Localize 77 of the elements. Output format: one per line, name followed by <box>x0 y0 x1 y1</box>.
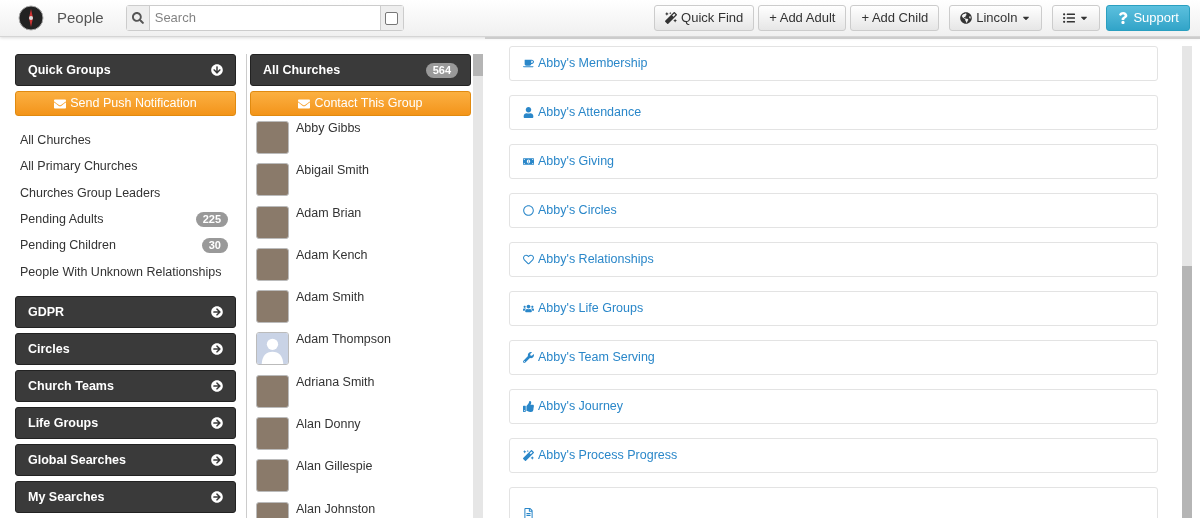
photo-placeholder <box>256 417 289 451</box>
section-header[interactable]: Life Groups <box>15 407 236 440</box>
envelope-icon <box>298 97 311 110</box>
photo-placeholder <box>256 121 289 154</box>
photo-placeholder <box>256 247 289 281</box>
search-icon <box>126 6 150 30</box>
group-link[interactable]: Churches Group Leaders <box>20 183 161 203</box>
section-header[interactable]: GDPR <box>15 296 236 329</box>
person-name[interactable]: Alan Johnston <box>296 501 376 516</box>
arrow-right-icon <box>211 491 223 504</box>
section-link-card[interactable]: Abby's Journey <box>509 389 1158 424</box>
count-badge: 564 <box>425 62 458 78</box>
group-link[interactable]: Pending Adults <box>20 210 104 229</box>
count-badge: 225 <box>195 211 228 227</box>
add-button[interactable]: + Add Child <box>850 5 940 31</box>
coffee-cup-icon <box>523 58 534 69</box>
group-link[interactable]: All Churches <box>20 130 91 150</box>
group-link[interactable]: Pending Children <box>20 236 116 256</box>
photo-placeholder <box>256 163 289 197</box>
group-link[interactable]: All Primary Churches <box>20 157 138 176</box>
person-name[interactable]: Abby Gibbs <box>296 121 361 135</box>
section-link-card[interactable]: Abby's Team Serving <box>509 340 1158 375</box>
search-checkbox[interactable] <box>385 11 399 25</box>
section-link-card[interactable]: Abby's Process Progress <box>509 438 1158 473</box>
section-link-card[interactable]: Abby's Attendance <box>509 95 1158 130</box>
group-header: All Churches 564 <box>250 54 471 86</box>
envelope-icon <box>54 97 67 110</box>
user-icon <box>523 107 534 118</box>
person-name[interactable]: Adam Smith <box>296 290 365 305</box>
magic-wand-icon <box>523 450 534 461</box>
section-link-card[interactable]: Abby's Membership <box>509 46 1158 81</box>
section-header[interactable]: My Searches <box>15 481 236 514</box>
wrench-icon <box>523 352 534 363</box>
person-name[interactable]: Alan Donny <box>296 417 361 432</box>
avatar-silhouette <box>256 332 289 366</box>
section-link-card[interactable]: Abby's Circles <box>509 193 1158 228</box>
arrow-right-icon <box>211 343 223 356</box>
arrow-right-icon <box>211 417 223 430</box>
group-link[interactable]: People With Unknown Relationships <box>20 262 222 282</box>
add-button[interactable]: + Add Adult <box>758 5 847 31</box>
list-icon <box>1063 12 1076 24</box>
quick-find-button[interactable]: Quick Find <box>654 5 755 31</box>
compass-logo-icon <box>18 5 44 31</box>
app-title: People <box>57 7 104 28</box>
arrow-down-icon <box>211 64 223 76</box>
question-icon <box>1117 12 1130 24</box>
section-link-card[interactable]: Abby's Relationships <box>509 242 1158 277</box>
arrow-right-icon <box>211 380 223 393</box>
search-bar[interactable]: Search <box>125 5 404 31</box>
banknote-icon <box>523 156 534 167</box>
section-header[interactable]: Quick Groups <box>15 54 236 86</box>
person-name[interactable]: Adam Thompson <box>296 332 391 347</box>
arrow-right-icon <box>211 306 223 319</box>
magic-wand-icon <box>665 12 678 24</box>
photo-placeholder <box>256 205 289 239</box>
photo-placeholder <box>256 374 289 408</box>
document-icon <box>523 508 534 518</box>
person-name[interactable]: Abigail Smith <box>296 163 369 178</box>
photo-placeholder <box>256 290 289 324</box>
heart-icon <box>523 254 534 265</box>
arrow-right-icon <box>211 454 223 467</box>
person-name[interactable]: Adam Brian <box>296 205 362 220</box>
list-menu-button[interactable] <box>1052 5 1101 31</box>
section-header[interactable]: Church Teams <box>15 370 236 403</box>
globe-icon <box>960 12 973 24</box>
person-name[interactable]: Alan Gillespie <box>296 459 373 474</box>
users-icon <box>523 303 534 314</box>
person-name[interactable]: Adam Kench <box>296 247 368 262</box>
section-header[interactable]: Circles <box>15 333 236 366</box>
person-name[interactable]: Adriana Smith <box>296 374 375 389</box>
section-link-card[interactable]: Abby's Life Groups <box>509 291 1158 326</box>
location-dropdown[interactable]: Lincoln <box>949 5 1043 31</box>
section-header[interactable]: Global Searches <box>15 444 236 477</box>
photo-placeholder <box>256 459 289 493</box>
count-badge: 30 <box>201 238 228 254</box>
thumbs-up-icon <box>523 401 534 412</box>
section-link-card[interactable]: Abby's Giving <box>509 144 1158 179</box>
